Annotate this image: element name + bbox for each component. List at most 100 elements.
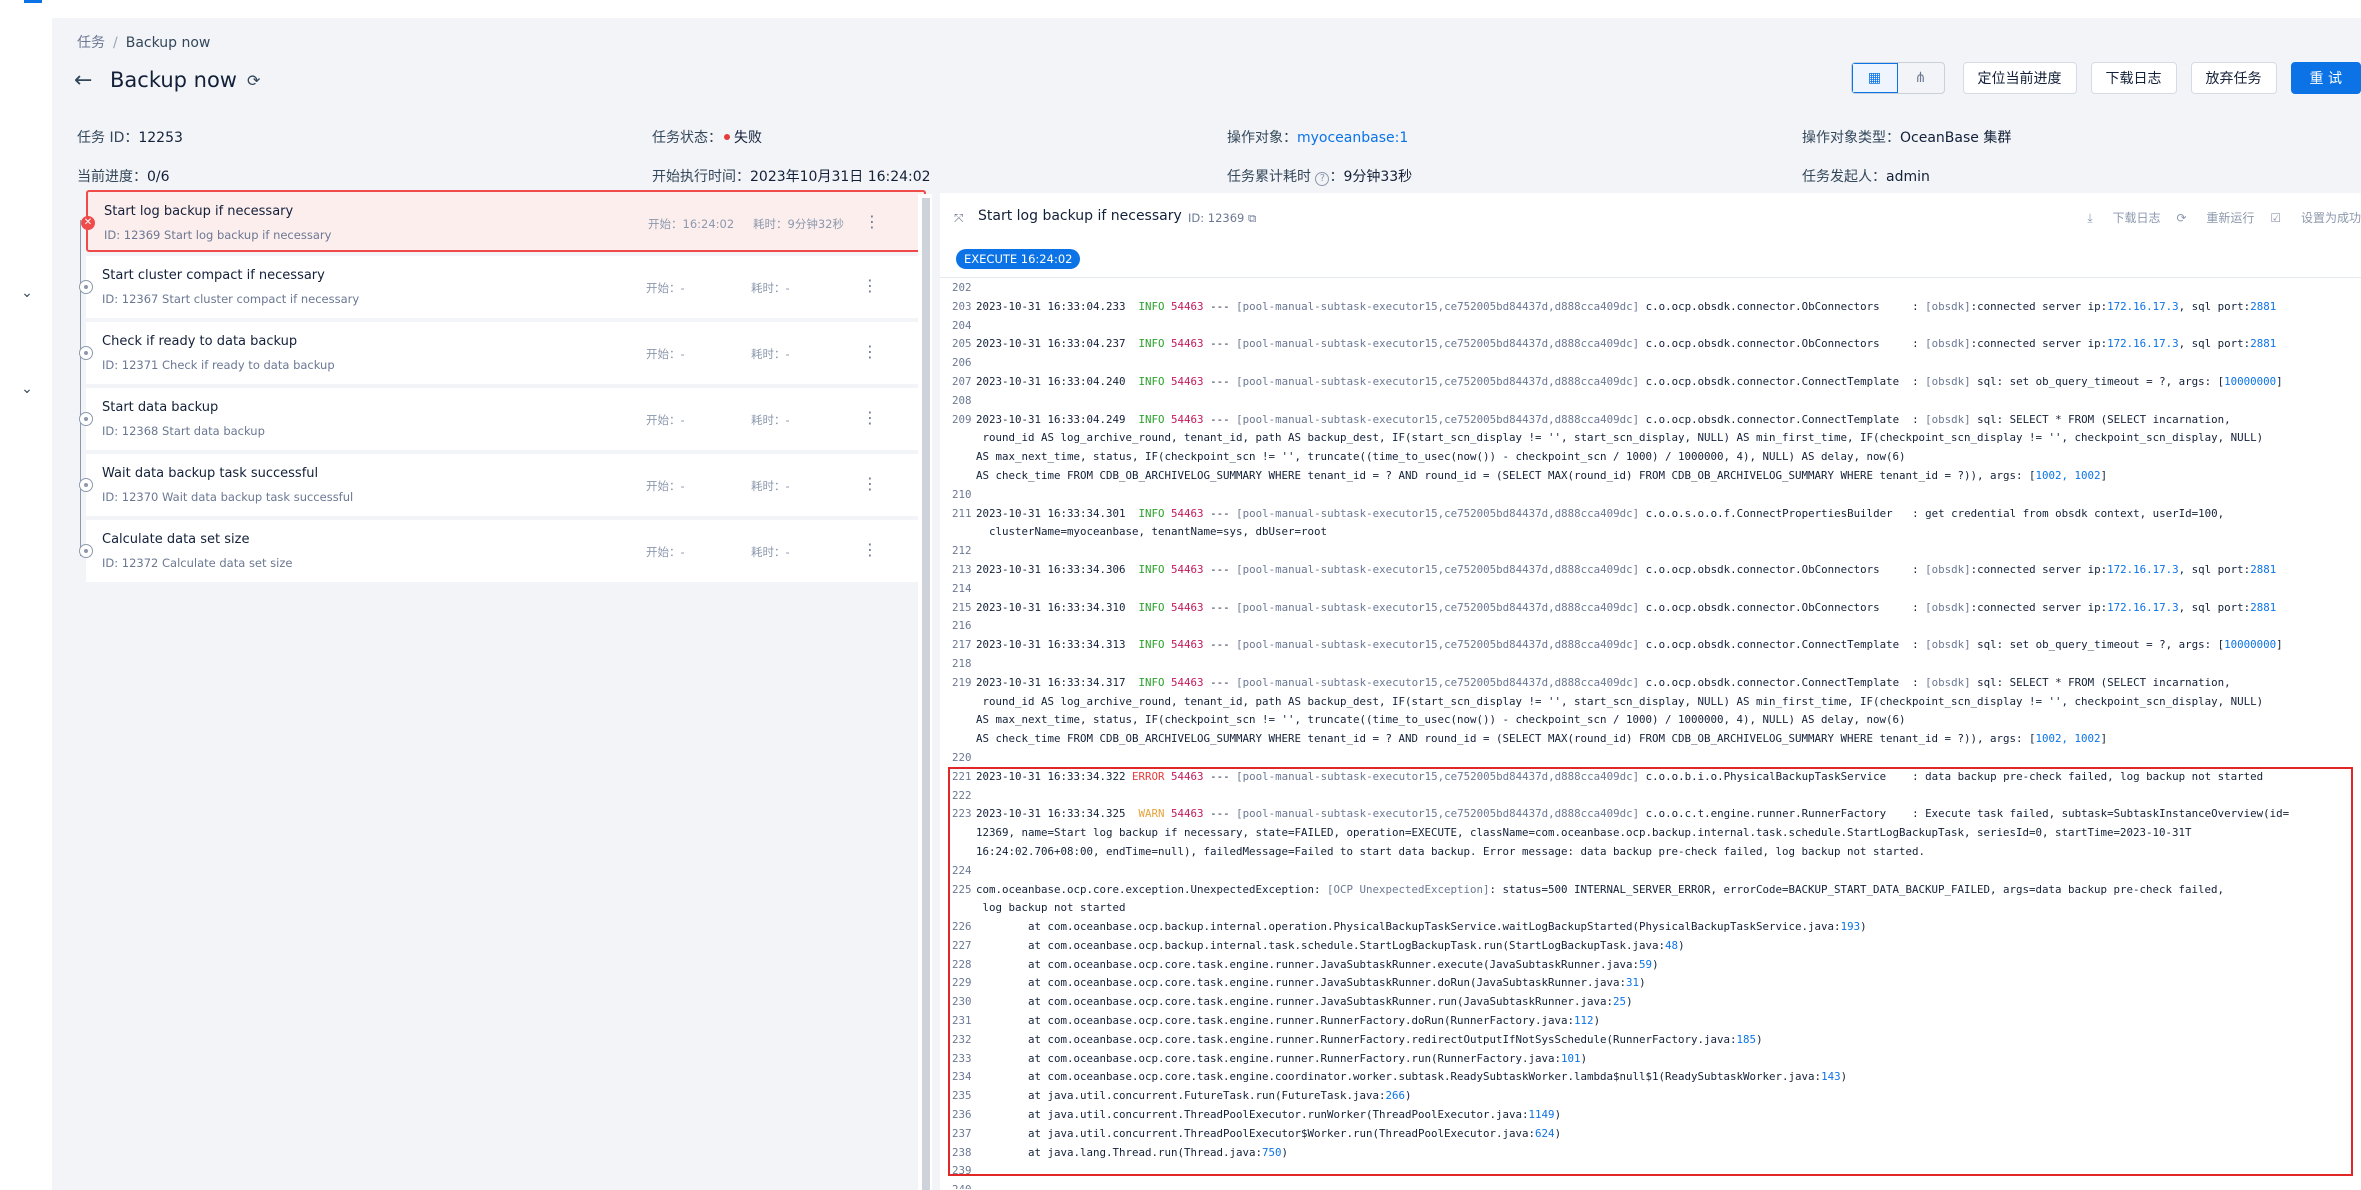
refresh-icon[interactable]: ⟳ [247,71,260,90]
breadcrumb: 任务 / Backup now [77,35,211,51]
line-number: 211 [952,506,972,520]
breadcrumb-parent[interactable]: 任务 [77,35,105,51]
line-text: 2023-10-31 16:33:34.301 INFO 54463 --- [… [976,506,2225,539]
execute-badge[interactable]: EXECUTE 16:24:02 [956,249,1081,269]
log-panel-header: ⤧ Start log backup if necessary ID: 1236… [940,193,2361,237]
abandon-task-button[interactable]: 放弃任务 [2190,62,2277,94]
brand-logo [24,0,42,3]
subtask-name: Calculate data set size [102,532,250,547]
task-id-value: 12253 [138,130,183,146]
more-icon[interactable]: ⋮ [862,540,878,559]
download-log-label: 下载日志 [2112,211,2161,225]
log-panel-title: Start log backup if necessary [978,208,1182,224]
target-link[interactable]: myoceanbase:1 [1297,130,1408,146]
list-view-icon[interactable]: ▦ [1851,63,1898,93]
log-line: 206 [940,354,2361,373]
scrollbar[interactable] [922,198,930,1190]
line-number: 215 [952,600,972,614]
line-number: 209 [952,412,972,426]
chevron-down-icon[interactable]: ⌄ [20,382,34,396]
subtask-id: ID: 12367 Start cluster compact if neces… [102,292,360,306]
line-number: 214 [952,581,972,595]
pending-icon [79,280,93,294]
more-icon[interactable]: ⋮ [862,342,878,361]
subtask-id: ID: 12371 Check if ready to data backup [102,358,335,372]
help-icon[interactable]: ? [1315,172,1330,186]
line-number: 210 [952,487,972,501]
line-text: 2023-10-31 16:33:34.306 INFO 54463 --- [… [976,562,2277,576]
line-text [976,749,2361,768]
rerun-link[interactable]: ⟳ 重新运行 [2177,209,2255,226]
line-text: 2023-10-31 16:33:34.310 INFO 54463 --- [… [976,600,2277,614]
line-text [976,317,2361,336]
start-label: 开始执行时间： [652,169,750,185]
subtask-duration: 耗时：- [751,347,790,361]
line-text [976,655,2361,674]
log-line: 216 [940,617,2361,636]
log-line: 218 [940,655,2361,674]
subtask-name: Start cluster compact if necessary [102,268,325,283]
flow-view-icon[interactable]: ⋔ [1898,63,1944,93]
line-number: 212 [952,544,972,558]
task-status-info: 任务状态： 失败 [652,127,762,147]
line-text [976,354,2361,373]
back-arrow-icon[interactable]: ← [74,68,104,93]
initiator-value: admin [1886,169,1930,185]
download-log-button[interactable]: 下载日志 [2090,62,2177,94]
subtask-item[interactable]: Wait data backup task successful ID: 123… [79,454,926,516]
subtask-item[interactable]: Start cluster compact if necessary ID: 1… [79,256,926,318]
subtask-id: ID: 12370 Wait data backup task successf… [102,490,354,504]
line-text [976,1181,2361,1189]
subtask-item[interactable]: ✕ Start log backup if necessary ID: 1236… [81,190,926,252]
subtask-name: Start log backup if necessary [104,204,294,219]
subtask-name: Wait data backup task successful [102,466,319,481]
error-highlight-box [948,767,2353,1176]
log-line: 214 [940,580,2361,599]
timeline-line [80,220,81,556]
pending-icon [79,478,93,492]
subtask-name: Check if ready to data backup [102,334,298,349]
subtask-id: ID: 12372 Calculate data set size [102,556,293,570]
breadcrumb-current: Backup now [125,35,211,51]
target-type-label: 操作对象类型： [1802,130,1900,146]
more-icon[interactable]: ⋮ [864,212,880,231]
mark-success-link[interactable]: ☑ 设置为成功 [2270,209,2361,226]
progress-label: 当前进度： [77,169,147,185]
more-icon[interactable]: ⋮ [862,408,878,427]
elapsed-value: 9分钟33秒 [1343,169,1413,185]
page-header: ← Backup now ⟳ [74,62,260,98]
line-number: 213 [952,562,972,576]
log-actions: ⤓ 下载日志 ⟳ 重新运行 ☑ 设置为成功 [2071,209,2361,226]
status-label: 任务状态： [652,130,722,146]
line-number: 216 [952,619,972,633]
line-number: 205 [952,337,972,351]
more-icon[interactable]: ⋮ [862,474,878,493]
subtask-id: ID: 12369 Start log backup if necessary [104,228,332,242]
target-type-value: OceanBase 集群 [1900,130,2012,146]
start-value: 2023年10月31日 16:24:02 [750,169,931,185]
task-id-info: 任务 ID：12253 [77,127,183,147]
copy-icon[interactable]: ⧉ [1248,211,1256,225]
line-text [976,617,2361,636]
retry-button[interactable]: 重 试 [2290,62,2361,94]
log-line: 209 2023-10-31 16:33:04.249 INFO 54463 --… [940,411,2361,486]
locate-progress-button[interactable]: 定位当前进度 [1962,62,2077,94]
line-number: 202 [952,281,972,294]
log-line: 204 [940,317,2361,336]
subtask-duration: 耗时：- [751,413,790,427]
download-log-link[interactable]: ⤓ 下载日志 [2087,209,2160,226]
line-number: 204 [952,318,972,332]
subtask-item[interactable]: Start data backup ID: 12368 Start data b… [79,388,926,450]
log-line: 207 2023-10-31 16:33:04.240 INFO 54463 --… [940,373,2361,392]
more-icon[interactable]: ⋮ [862,276,878,295]
subtask-item[interactable]: Calculate data set size ID: 12372 Calcul… [79,520,926,582]
expand-icon[interactable]: ⤧ [954,211,964,226]
subtask-item[interactable]: Check if ready to data backup ID: 12371 … [79,322,926,384]
initiator-label: 任务发起人： [1802,169,1886,185]
subtask-start: 开始：- [646,545,685,559]
resize-divider[interactable] [918,194,932,1190]
target-info: 操作对象：myoceanbase:1 [1227,127,1408,147]
mark-success-label: 设置为成功 [2300,211,2361,225]
pending-icon [79,544,93,558]
chevron-down-icon[interactable]: ⌄ [20,286,34,300]
